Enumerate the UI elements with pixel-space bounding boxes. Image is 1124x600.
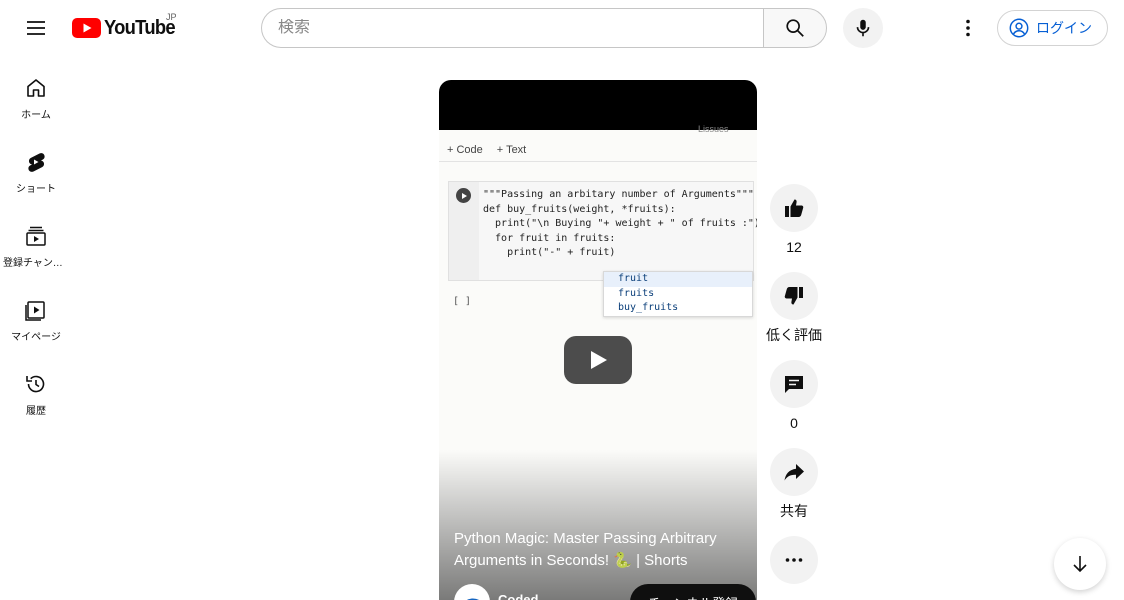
comment-icon — [785, 376, 803, 393]
more-action — [770, 536, 818, 584]
login-label: ログイン — [1036, 20, 1092, 36]
channel-row: Coded... チャンネル登録 — [454, 584, 756, 600]
more-actions-button[interactable] — [770, 536, 818, 584]
comment-button[interactable] — [770, 360, 818, 408]
country-code: JP — [166, 12, 177, 22]
autocomplete-item: fruits — [618, 287, 655, 299]
like-count: 12 — [786, 239, 802, 255]
sidebar-item-library[interactable]: マイページ — [0, 278, 72, 352]
login-button[interactable]: ログイン — [997, 10, 1108, 46]
next-video-button[interactable] — [1054, 538, 1106, 590]
search-button[interactable] — [763, 8, 827, 48]
hamburger-icon — [27, 21, 45, 35]
youtube-play-icon — [72, 18, 101, 38]
account-circle-icon — [1009, 18, 1029, 38]
play-button[interactable] — [564, 336, 632, 384]
code-block: """Passing an arbitary number of Argumen… — [483, 188, 757, 261]
code-line: """Passing an arbitary number of Argumen… — [483, 189, 754, 200]
more-horiz-icon — [785, 558, 803, 562]
notebook-code-cell: """Passing an arbitary number of Argumen… — [448, 181, 757, 281]
history-icon — [26, 375, 45, 393]
share-action: 共有 — [770, 448, 818, 520]
like-button[interactable] — [770, 184, 818, 232]
play-icon — [591, 351, 607, 369]
microphone-icon — [856, 19, 870, 37]
autocomplete-popup: fruit fruits buy_fruits — [603, 271, 753, 317]
comment-action: 0 — [770, 360, 818, 432]
empty-notebook-cell: [ ] — [453, 296, 472, 307]
dislike-action: 低く評価 — [766, 272, 822, 344]
code-line: print("-" + fruit) — [483, 247, 616, 258]
sidebar-item-home[interactable]: ホーム — [0, 56, 72, 130]
sidebar-item-label: ショート — [16, 184, 56, 195]
sidebar-item-label: マイページ — [11, 332, 61, 343]
channel-avatar[interactable] — [454, 584, 490, 600]
share-icon — [784, 464, 804, 481]
subscriptions-icon — [26, 226, 46, 246]
dislike-button[interactable] — [770, 272, 818, 320]
share-button[interactable] — [770, 448, 818, 496]
more-vert-icon — [966, 19, 970, 37]
run-cell-icon — [456, 188, 471, 203]
sidebar-item-label: 登録チャンネル — [3, 258, 69, 269]
notebook-top-clip: Lissues — [698, 124, 729, 134]
logo-wordmark: YouTube — [104, 16, 176, 39]
home-icon — [27, 79, 45, 97]
bottom-gradient — [439, 450, 757, 600]
share-label: 共有 — [780, 503, 808, 519]
code-line: for fruit in fruits: — [483, 232, 616, 244]
sidebar-item-history[interactable]: 履歴 — [0, 352, 72, 426]
arrow-down-icon — [1073, 556, 1087, 573]
channel-name[interactable]: Coded... — [498, 592, 549, 600]
notebook-add-code: + Code — [447, 143, 483, 156]
sidebar-item-label: ホーム — [21, 110, 51, 121]
sidebar-item-subscriptions[interactable]: 登録チャンネル — [0, 204, 72, 278]
youtube-logo[interactable]: YouTube — [72, 14, 181, 42]
sidebar-item-label: 履歴 — [26, 406, 46, 417]
autocomplete-item: buy_fruits — [618, 302, 679, 313]
action-bar: 12 低く評価 0 共有 — [766, 184, 822, 600]
search-box[interactable] — [261, 8, 764, 48]
mini-guide: ホーム ショート 登録チャンネル マイページ 履歴 — [0, 56, 72, 426]
guide-menu-button[interactable] — [16, 8, 56, 48]
shorts-icon — [28, 153, 45, 172]
dislike-label: 低く評価 — [766, 327, 822, 343]
subscribe-button[interactable]: チャンネル登録 — [630, 584, 756, 600]
settings-menu-button[interactable] — [948, 8, 988, 48]
voice-search-button[interactable] — [843, 8, 883, 48]
like-action: 12 — [770, 184, 818, 256]
comment-count: 0 — [790, 415, 798, 431]
code-line: print("\n Buying "+ weight + " of fruits… — [483, 218, 757, 229]
library-icon — [25, 301, 45, 321]
masthead: YouTube JP ログイン — [0, 0, 1124, 56]
autocomplete-item: fruit — [604, 272, 752, 287]
sidebar-item-shorts[interactable]: ショート — [0, 130, 72, 204]
thumb-up-icon — [785, 199, 804, 217]
thumb-down-icon — [784, 287, 803, 305]
code-line: def buy_fruits(weight, *fruits): — [483, 203, 676, 215]
search-input[interactable] — [278, 19, 764, 37]
notebook-toolbar: + Code + Text — [439, 138, 757, 162]
notebook-add-text: + Text — [496, 143, 527, 156]
shorts-player[interactable]: Lissues + Code + Text """Passing an arbi… — [439, 80, 757, 600]
search-icon — [786, 19, 804, 37]
video-title[interactable]: Python Magic: Master Passing Arbitrary A… — [454, 528, 749, 572]
